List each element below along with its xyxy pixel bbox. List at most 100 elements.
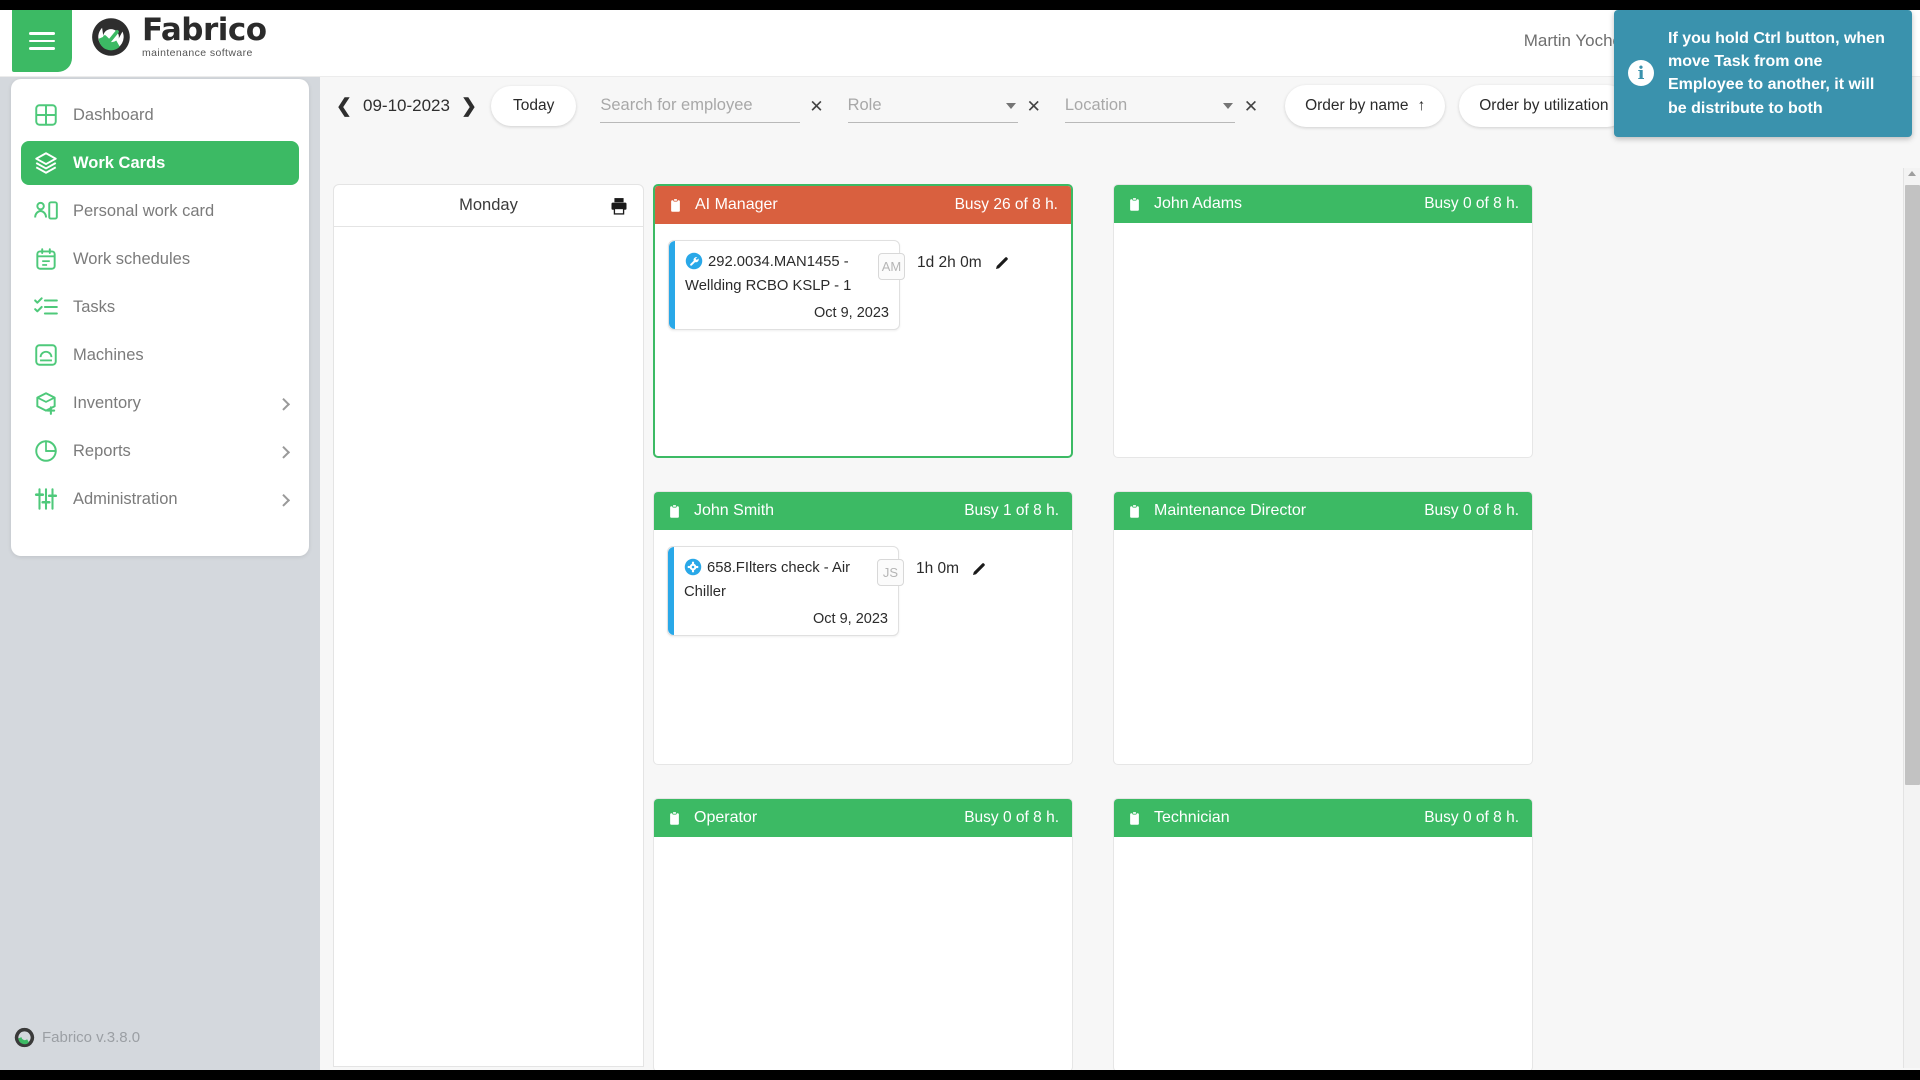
task-card[interactable]: 658.FIlters check - Air Chiller Oct 9, 2… xyxy=(667,546,899,636)
pie-chart-icon xyxy=(33,438,59,464)
board-scrollbar[interactable] xyxy=(1903,168,1920,1068)
task-duration-row: 1h 0m xyxy=(916,560,987,578)
task-title-wrap: 658.FIlters check - Air Chiller xyxy=(684,558,888,603)
sidebar-item-tasks[interactable]: Tasks xyxy=(21,285,299,329)
prev-day-button[interactable]: ❮ xyxy=(333,91,355,121)
employee-name: Technician xyxy=(1154,809,1424,827)
employee-card[interactable]: Operator Busy 0 of 8 h. xyxy=(653,798,1073,1070)
sidebar-item-work-schedules[interactable]: Work schedules xyxy=(21,237,299,281)
employee-card-body[interactable] xyxy=(654,837,1072,1070)
day-column-dropzone[interactable] xyxy=(333,227,644,1067)
sidebar-nav-panel: Dashboard Work Cards Personal work card xyxy=(11,79,309,556)
employee-card-header: AI Manager Busy 26 of 8 h. xyxy=(655,186,1071,224)
logo-subtitle: maintenance software xyxy=(142,48,267,59)
employee-card[interactable]: Technician Busy 0 of 8 h. xyxy=(1113,798,1533,1070)
order-by-name-button[interactable]: Order by name ↑ xyxy=(1285,85,1445,127)
sliders-icon xyxy=(33,486,59,512)
clipboard-icon xyxy=(1127,810,1142,827)
employee-busy-status: Busy 0 of 8 h. xyxy=(964,809,1059,827)
machine-icon xyxy=(33,342,59,368)
chevron-down-icon[interactable] xyxy=(1223,103,1233,109)
next-day-button[interactable]: ❯ xyxy=(458,91,480,121)
clipboard-icon xyxy=(1127,503,1142,520)
sidebar-item-label: Reports xyxy=(73,442,131,461)
info-tooltip: i If you hold Ctrl button, when move Tas… xyxy=(1614,10,1912,137)
order-by-utilization-button[interactable]: Order by utilization xyxy=(1459,85,1628,127)
search-employee-placeholder: Search for employee xyxy=(600,96,800,115)
menu-toggle-button[interactable] xyxy=(12,10,72,72)
sidebar-item-administration[interactable]: Administration xyxy=(21,477,299,521)
order-by-utilization-label: Order by utilization xyxy=(1479,97,1608,115)
task-duration: 1h 0m xyxy=(916,560,959,578)
sidebar-item-work-cards[interactable]: Work Cards xyxy=(21,141,299,185)
location-select[interactable]: Location xyxy=(1065,90,1235,123)
task-date: Oct 9, 2023 xyxy=(684,611,888,627)
employee-busy-status: Busy 0 of 8 h. xyxy=(1424,502,1519,520)
app-logo[interactable]: Fabrico maintenance software xyxy=(90,15,267,59)
chevron-down-icon[interactable] xyxy=(1006,103,1016,109)
app-screen: Fabrico maintenance software Martin Yoch… xyxy=(0,10,1920,1070)
clear-location-button[interactable]: ✕ xyxy=(1244,98,1258,115)
search-employee-field[interactable]: Search for employee xyxy=(600,90,800,123)
sidebar-item-dashboard[interactable]: Dashboard xyxy=(21,93,299,137)
today-button[interactable]: Today xyxy=(491,86,576,126)
employee-card-body[interactable] xyxy=(1114,530,1532,764)
employee-card-header: John Smith Busy 1 of 8 h. xyxy=(654,492,1072,530)
task-title: 658.FIlters check - Air Chiller xyxy=(684,560,850,600)
task-assignee-avatar: AM xyxy=(878,253,905,280)
role-select[interactable]: Role xyxy=(848,90,1018,123)
clear-role-button[interactable]: ✕ xyxy=(1027,98,1041,115)
user-name-label[interactable]: Martin Yoche xyxy=(1524,31,1622,51)
edit-task-button[interactable] xyxy=(971,561,987,577)
sidebar-item-reports[interactable]: Reports xyxy=(21,429,299,473)
clear-search-button[interactable]: ✕ xyxy=(809,98,823,115)
employee-card[interactable]: Maintenance Director Busy 0 of 8 h. xyxy=(1113,491,1533,765)
logo-title: Fabrico xyxy=(142,15,267,46)
employee-card-body[interactable] xyxy=(1114,223,1532,457)
sort-ascending-icon: ↑ xyxy=(1417,97,1425,115)
task-row: 658.FIlters check - Air Chiller Oct 9, 2… xyxy=(667,546,1059,636)
current-date-label[interactable]: 09-10-2023 xyxy=(363,96,450,116)
chevron-right-icon xyxy=(277,398,290,411)
task-card[interactable]: 292.0034.MAN1455 - Wellding RCBO KSLP - … xyxy=(668,240,900,330)
task-row: 292.0034.MAN1455 - Wellding RCBO KSLP - … xyxy=(668,240,1058,330)
sidebar-item-label: Administration xyxy=(73,490,178,509)
sidebar-item-inventory[interactable]: Inventory xyxy=(21,381,299,425)
employee-name: John Smith xyxy=(694,502,964,520)
pencil-icon xyxy=(971,561,987,577)
print-day-button[interactable] xyxy=(609,196,629,221)
day-column-monday: Monday xyxy=(333,184,644,1067)
clipboard-icon xyxy=(667,810,682,827)
employee-busy-status: Busy 1 of 8 h. xyxy=(964,502,1059,520)
edit-task-button[interactable] xyxy=(994,255,1010,271)
printer-icon xyxy=(609,196,629,216)
employee-busy-status: Busy 26 of 8 h. xyxy=(955,196,1058,214)
employee-card[interactable]: John Adams Busy 0 of 8 h. xyxy=(1113,184,1533,458)
checklist-icon xyxy=(33,294,59,320)
dashboard-icon xyxy=(33,102,59,128)
fabrico-logo-icon xyxy=(90,16,132,58)
scroll-up-arrow-icon[interactable] xyxy=(1908,171,1916,176)
clipboard-icon xyxy=(667,503,682,520)
employee-card-body[interactable] xyxy=(1114,837,1532,1070)
sidebar-item-label: Work schedules xyxy=(73,250,190,269)
scrollbar-thumb[interactable] xyxy=(1905,185,1920,785)
sidebar-item-personal-work-card[interactable]: Personal work card xyxy=(21,189,299,233)
work-cards-board: Monday xyxy=(320,140,1920,1070)
clipboard-icon xyxy=(1127,196,1142,213)
location-placeholder: Location xyxy=(1065,96,1223,115)
info-icon: i xyxy=(1628,60,1654,86)
employee-busy-status: Busy 0 of 8 h. xyxy=(1424,195,1519,213)
sidebar-item-label: Work Cards xyxy=(73,154,165,173)
employee-card-body[interactable]: 292.0034.MAN1455 - Wellding RCBO KSLP - … xyxy=(655,224,1071,456)
role-placeholder: Role xyxy=(848,96,1006,115)
employee-card[interactable]: AI Manager Busy 26 of 8 h. xyxy=(653,184,1073,458)
layers-icon xyxy=(33,150,59,176)
sidebar-item-label: Inventory xyxy=(73,394,141,413)
employee-card-body[interactable]: 658.FIlters check - Air Chiller Oct 9, 2… xyxy=(654,530,1072,764)
sidebar-item-label: Tasks xyxy=(73,298,115,317)
sidebar-item-machines[interactable]: Machines xyxy=(21,333,299,377)
chevron-right-icon xyxy=(277,446,290,459)
gear-icon xyxy=(684,558,702,582)
employee-card[interactable]: John Smith Busy 1 of 8 h. xyxy=(653,491,1073,765)
